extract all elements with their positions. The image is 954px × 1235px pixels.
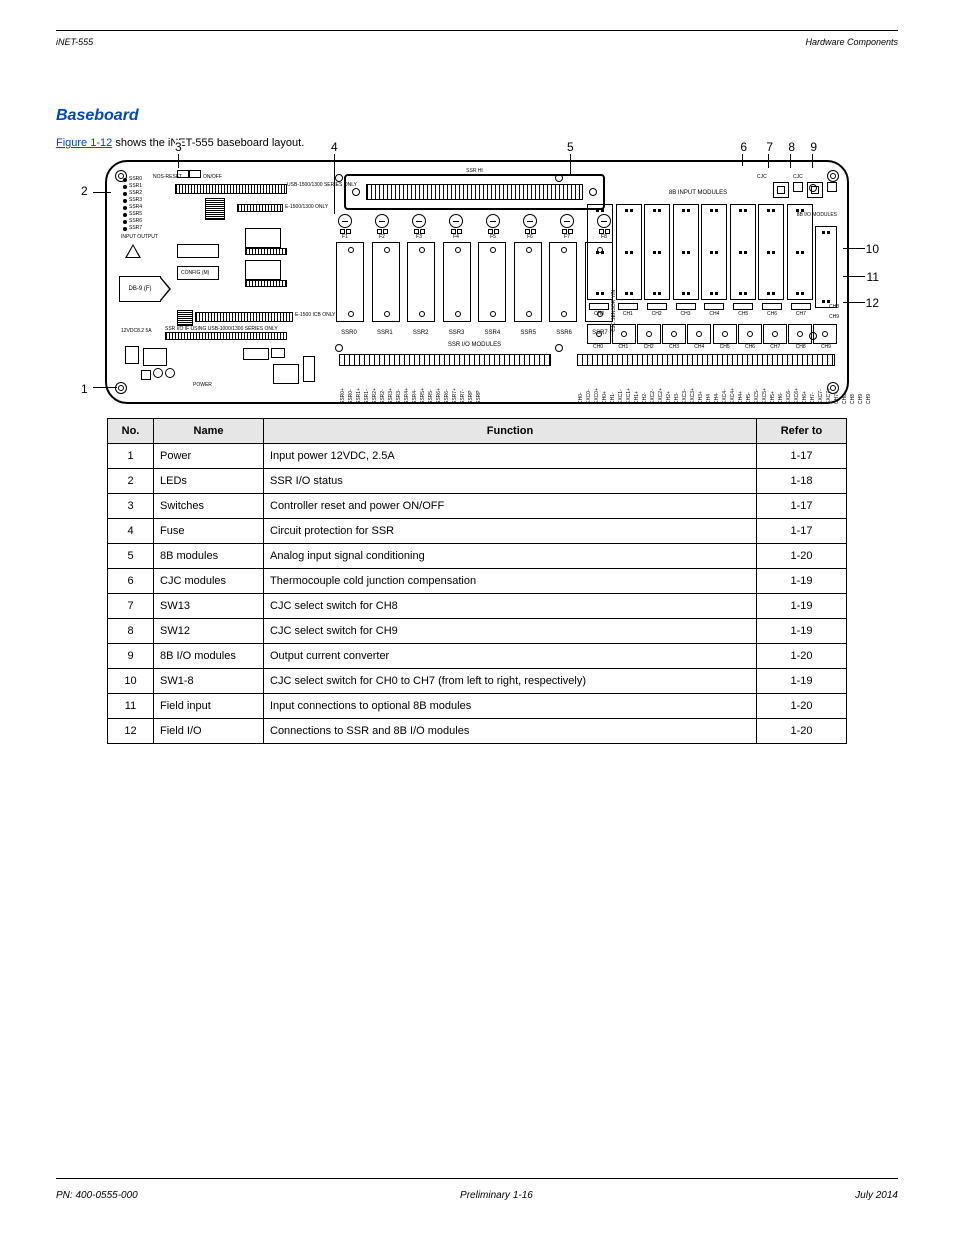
callout-2: 2 <box>81 184 88 198</box>
page-header: iNET-555 Hardware Components <box>56 37 898 47</box>
header-title: Hardware Components <box>805 37 898 47</box>
warning-icon <box>125 244 141 258</box>
power-label: POWER <box>193 382 212 388</box>
fuse-row: F1 F2 F3 F4 F5 F6 F7 F8 <box>336 214 613 240</box>
table-row: 4FuseCircuit protection for SSR1-17 <box>108 519 847 544</box>
table-row: 7SW13CJC select switch for CH81-19 <box>108 594 847 619</box>
ssr-field-connector <box>339 354 551 366</box>
footer-date: July 2014 <box>855 1190 898 1201</box>
baseboard-diagram: 1 2 3 4 5 6 7 8 9 10 11 12 <box>105 160 849 404</box>
8b-field-connector <box>577 354 835 366</box>
callout-4: 4 <box>331 140 338 154</box>
callout-11: 11 <box>867 270 879 284</box>
io-label: INPUT OUTPUT <box>121 234 158 240</box>
callout-7: 7 <box>766 140 773 154</box>
header-model: iNET-555 <box>56 37 93 47</box>
table-row: 11Field inputInput connections to option… <box>108 694 847 719</box>
callout-8: 8 <box>788 140 795 154</box>
8b-module-row <box>587 204 813 300</box>
legend-table: No. Name Function Refer to 1PowerInput p… <box>107 418 847 744</box>
usb-note-2: E-1500/1300 ONLY <box>285 204 328 210</box>
8b-bottom-row <box>587 324 837 344</box>
col-name-header: Name <box>154 419 264 444</box>
col-refer-header: Refer to <box>757 419 847 444</box>
ssr-section: SSR HI F1 F2 F3 F4 F5 F6 F7 F8 <box>332 172 617 342</box>
col-func-header: Function <box>264 419 757 444</box>
callout-10: 10 <box>866 242 879 256</box>
8b-signal-labels: CH0-EXC0-EXC0+CH0+ CH1-EXC1-EXC1+CH1+ CH… <box>577 388 835 404</box>
callout-5: 5 <box>567 140 574 154</box>
table-row: 6CJC modulesThermocouple cold junction c… <box>108 569 847 594</box>
table-row: 10SW1-8CJC select switch for CH0 to CH7 … <box>108 669 847 694</box>
callout-12: 12 <box>866 296 879 310</box>
section-heading: Baseboard <box>56 107 898 125</box>
bb-input-title: 8B INPUT MODULES <box>583 190 813 196</box>
ssr-io-title: SSR I/O MODULES <box>332 342 617 348</box>
usb-note-3: E-1500 ICB ONLY <box>295 312 335 318</box>
footer-pn: PN: 400-0555-000 <box>56 1190 138 1201</box>
table-row: 3SwitchesController reset and power ON/O… <box>108 494 847 519</box>
table-row: 98B I/O modulesOutput current converter1… <box>108 644 847 669</box>
table-header-row: No. Name Function Refer to <box>108 419 847 444</box>
ssr-module-row <box>336 242 613 322</box>
table-row: 2LEDsSSR I/O status1-18 <box>108 469 847 494</box>
callout-1: 1 <box>81 382 88 396</box>
ssr-signal-labels: SSR0+SSR0- SSR1+SSR1- SSR2+SSR2- SSR3+SS… <box>339 388 549 404</box>
vdc-label: 12VDC8.2 5A <box>121 328 152 334</box>
ssr-led-column: SSR0 SSR1 SSR2 SSR3 SSR4 SSR5 SSR6 SSR7 <box>123 176 142 232</box>
col-no-header: No. <box>108 419 154 444</box>
footer-page: Preliminary 1-16 <box>460 1190 533 1201</box>
db9-arrow: DB-9 (F) <box>119 276 161 302</box>
table-row: 58B modulesAnalog input signal condition… <box>108 544 847 569</box>
configm-label: CONFIG (M) <box>181 270 209 276</box>
table-row: 1PowerInput power 12VDC, 2.5A1-17 <box>108 444 847 469</box>
figure-link[interactable]: Figure 1-12 <box>56 137 112 149</box>
cjc-select-label: CJC SENSOR Y/N <box>611 290 617 332</box>
table-row: 8SW12CJC select switch for CH91-19 <box>108 619 847 644</box>
usb-note-4: SSR I/O IF USING USB-1000/1300 SERIES ON… <box>165 326 285 332</box>
table-row: 12Field I/OConnections to SSR and 8B I/O… <box>108 719 847 744</box>
callout-3: 3 <box>175 140 182 154</box>
onoff-label: ON/OFF <box>203 174 222 180</box>
callout-9: 9 <box>810 140 817 154</box>
page-footer: PN: 400-0555-000 Preliminary 1-16 July 2… <box>56 1190 898 1201</box>
callout-6: 6 <box>740 140 747 154</box>
